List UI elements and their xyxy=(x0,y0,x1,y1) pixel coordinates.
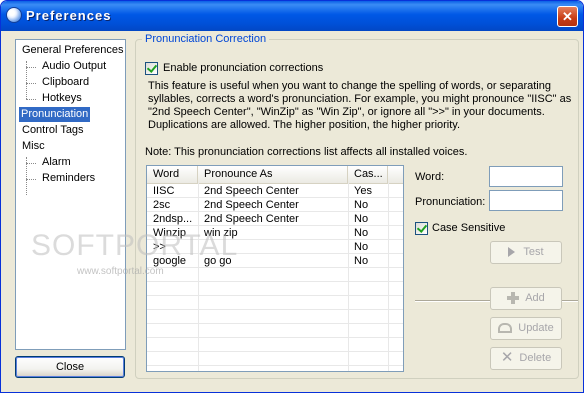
tree-item-clipboard[interactable]: Clipboard xyxy=(40,75,91,90)
word-input[interactable] xyxy=(489,166,563,187)
test-button[interactable]: Test xyxy=(490,241,562,264)
delete-button-label: Delete xyxy=(519,352,552,364)
column-header-case[interactable]: Cas... xyxy=(348,166,388,183)
cell-pronounce-as: 2nd Speech Center xyxy=(204,185,299,197)
word-label: Word: xyxy=(415,171,445,183)
tree-item-alarm[interactable]: Alarm xyxy=(40,155,73,170)
case-sensitive-checkbox[interactable] xyxy=(415,222,428,235)
delete-x-icon: ✕ xyxy=(500,349,514,367)
column-header-word[interactable]: Word xyxy=(147,166,198,183)
pronunciation-input[interactable] xyxy=(489,190,563,211)
test-button-label: Test xyxy=(523,246,544,258)
add-button[interactable]: Add xyxy=(490,287,562,310)
tree-item-control-tags[interactable]: Control Tags xyxy=(20,123,86,138)
tree-item-general-preferences[interactable]: General Preferences xyxy=(20,43,126,58)
column-header-pronounce-as[interactable]: Pronounce As xyxy=(198,166,348,183)
tree-item-pronunciation[interactable]: Pronunciation xyxy=(19,107,91,122)
pronunciation-label: Pronunciation: xyxy=(415,196,486,208)
update-icon xyxy=(498,323,513,334)
group-title: Pronunciation Correction xyxy=(142,33,270,45)
cell-word: 2ndsp... xyxy=(153,213,193,225)
list-header: Word Pronounce As Cas... xyxy=(147,166,403,184)
table-row[interactable]: 2sc 2nd Speech Center No xyxy=(147,198,403,212)
table-row[interactable]: IISC 2nd Speech Center Yes xyxy=(147,184,403,198)
cell-case: No xyxy=(354,213,369,225)
cell-word: 2sc xyxy=(153,199,171,211)
table-row[interactable]: 2ndsp... 2nd Speech Center No xyxy=(147,212,403,226)
category-tree[interactable]: General Preferences Audio Output Clipboa… xyxy=(15,39,126,350)
add-button-label: Add xyxy=(525,292,545,304)
update-button-label: Update xyxy=(518,322,554,334)
cell-case: No xyxy=(354,255,369,267)
cell-case: Yes xyxy=(354,185,372,197)
cell-case: No xyxy=(354,199,369,211)
window-title: Preferences xyxy=(26,8,112,23)
update-button[interactable]: Update xyxy=(490,317,562,340)
watermark: SOFTPORTAL xyxy=(31,229,239,262)
preferences-window: Preferences ✕ General Preferences Audio … xyxy=(0,0,584,393)
description-text: This feature is useful when you want to … xyxy=(148,80,572,131)
dialog-body: General Preferences Audio Output Clipboa… xyxy=(4,31,580,389)
play-icon xyxy=(508,247,516,258)
tree-item-hotkeys[interactable]: Hotkeys xyxy=(40,91,84,106)
cell-word: IISC xyxy=(153,185,175,197)
cell-pronounce-as: 2nd Speech Center xyxy=(204,213,299,225)
tree-item-misc[interactable]: Misc xyxy=(20,139,47,154)
delete-button[interactable]: ✕ Delete xyxy=(490,347,562,370)
cell-case: No xyxy=(354,241,369,253)
case-sensitive-label: Case Sensitive xyxy=(432,222,506,234)
watermark-url: www.softportal.com xyxy=(77,266,164,277)
close-button[interactable]: Close xyxy=(15,356,125,378)
cell-pronounce-as: 2nd Speech Center xyxy=(204,199,299,211)
plus-icon xyxy=(507,292,520,305)
tree-item-audio-output[interactable]: Audio Output xyxy=(40,59,108,74)
enable-corrections-label: Enable pronunciation corrections xyxy=(163,62,324,74)
app-icon xyxy=(6,7,22,23)
note-text: Note: This pronunciation corrections lis… xyxy=(145,146,468,158)
title-bar[interactable]: Preferences ✕ xyxy=(1,1,583,31)
tree-item-reminders[interactable]: Reminders xyxy=(40,171,97,186)
enable-corrections-checkbox[interactable] xyxy=(145,62,158,75)
cell-case: No xyxy=(354,227,369,239)
window-close-button[interactable]: ✕ xyxy=(557,6,578,27)
corrections-list[interactable]: Word Pronounce As Cas... IISC 2nd Speech xyxy=(146,165,404,372)
